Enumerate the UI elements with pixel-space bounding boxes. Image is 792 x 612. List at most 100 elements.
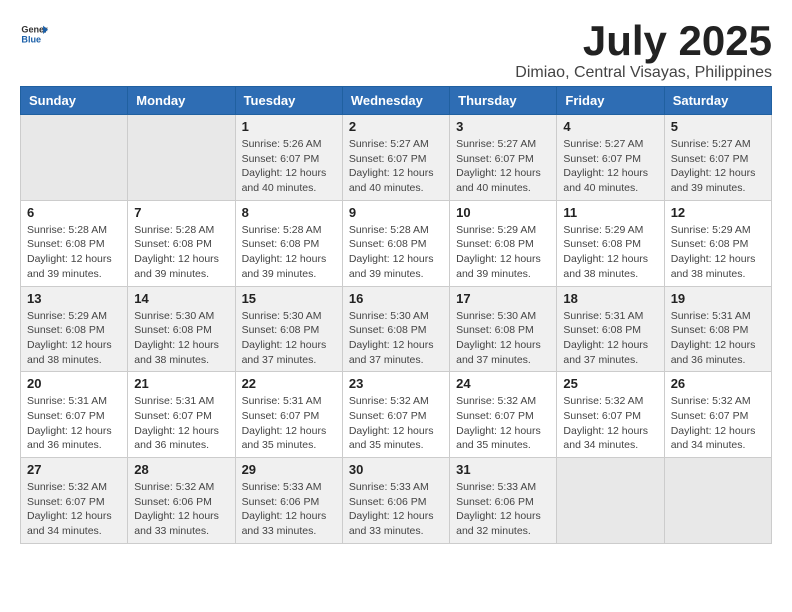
day-number: 9 [349, 205, 443, 220]
day-number: 26 [671, 376, 765, 391]
day-number: 27 [27, 462, 121, 477]
day-number: 3 [456, 119, 550, 134]
day-number: 28 [134, 462, 228, 477]
calendar-table: SundayMondayTuesdayWednesdayThursdayFrid… [20, 86, 772, 544]
month-title: July 2025 [515, 20, 772, 62]
day-info: Sunrise: 5:32 AM Sunset: 6:06 PM Dayligh… [134, 480, 228, 539]
day-info: Sunrise: 5:31 AM Sunset: 6:07 PM Dayligh… [134, 394, 228, 453]
calendar-cell [664, 458, 771, 544]
day-number: 25 [563, 376, 657, 391]
day-info: Sunrise: 5:32 AM Sunset: 6:07 PM Dayligh… [456, 394, 550, 453]
day-info: Sunrise: 5:27 AM Sunset: 6:07 PM Dayligh… [671, 137, 765, 196]
day-info: Sunrise: 5:29 AM Sunset: 6:08 PM Dayligh… [456, 223, 550, 282]
logo: General Blue [20, 20, 48, 48]
day-info: Sunrise: 5:31 AM Sunset: 6:07 PM Dayligh… [242, 394, 336, 453]
logo-icon: General Blue [20, 20, 48, 48]
calendar-week-row: 27 Sunrise: 5:32 AM Sunset: 6:07 PM Dayli… [21, 458, 772, 544]
day-info: Sunrise: 5:31 AM Sunset: 6:08 PM Dayligh… [671, 309, 765, 368]
calendar-cell: 4 Sunrise: 5:27 AM Sunset: 6:07 PM Daylig… [557, 115, 664, 201]
day-header-sunday: Sunday [21, 87, 128, 115]
calendar-cell: 20 Sunrise: 5:31 AM Sunset: 6:07 PM Dayli… [21, 372, 128, 458]
day-number: 18 [563, 291, 657, 306]
calendar-cell: 11 Sunrise: 5:29 AM Sunset: 6:08 PM Dayli… [557, 200, 664, 286]
day-number: 1 [242, 119, 336, 134]
day-number: 10 [456, 205, 550, 220]
calendar-cell: 30 Sunrise: 5:33 AM Sunset: 6:06 PM Dayli… [342, 458, 449, 544]
calendar-cell: 16 Sunrise: 5:30 AM Sunset: 6:08 PM Dayli… [342, 286, 449, 372]
calendar-cell: 15 Sunrise: 5:30 AM Sunset: 6:08 PM Dayli… [235, 286, 342, 372]
day-number: 12 [671, 205, 765, 220]
calendar-cell: 28 Sunrise: 5:32 AM Sunset: 6:06 PM Dayli… [128, 458, 235, 544]
day-number: 16 [349, 291, 443, 306]
calendar-cell: 26 Sunrise: 5:32 AM Sunset: 6:07 PM Dayli… [664, 372, 771, 458]
day-header-friday: Friday [557, 87, 664, 115]
calendar-cell: 6 Sunrise: 5:28 AM Sunset: 6:08 PM Daylig… [21, 200, 128, 286]
day-number: 13 [27, 291, 121, 306]
day-info: Sunrise: 5:28 AM Sunset: 6:08 PM Dayligh… [27, 223, 121, 282]
calendar-cell: 18 Sunrise: 5:31 AM Sunset: 6:08 PM Dayli… [557, 286, 664, 372]
day-header-thursday: Thursday [450, 87, 557, 115]
calendar-cell: 23Sunrise: 5:32 AM Sunset: 6:07 PM Dayli… [342, 372, 449, 458]
calendar-cell: 12 Sunrise: 5:29 AM Sunset: 6:08 PM Dayli… [664, 200, 771, 286]
calendar-cell: 21 Sunrise: 5:31 AM Sunset: 6:07 PM Dayli… [128, 372, 235, 458]
day-info: Sunrise: 5:28 AM Sunset: 6:08 PM Dayligh… [349, 223, 443, 282]
day-info: Sunrise: 5:26 AM Sunset: 6:07 PM Dayligh… [242, 137, 336, 196]
day-info: Sunrise: 5:32 AM Sunset: 6:07 PM Dayligh… [671, 394, 765, 453]
calendar-cell: 8Sunrise: 5:28 AM Sunset: 6:08 PM Daylig… [235, 200, 342, 286]
day-number: 5 [671, 119, 765, 134]
calendar-cell: 2Sunrise: 5:27 AM Sunset: 6:07 PM Daylig… [342, 115, 449, 201]
day-number: 11 [563, 205, 657, 220]
day-info: Sunrise: 5:30 AM Sunset: 6:08 PM Dayligh… [134, 309, 228, 368]
day-number: 22 [242, 376, 336, 391]
day-header-saturday: Saturday [664, 87, 771, 115]
calendar-cell: 29 Sunrise: 5:33 AM Sunset: 6:06 PM Dayli… [235, 458, 342, 544]
day-info: Sunrise: 5:27 AM Sunset: 6:07 PM Dayligh… [563, 137, 657, 196]
calendar-cell: 22 Sunrise: 5:31 AM Sunset: 6:07 PM Dayli… [235, 372, 342, 458]
day-info: Sunrise: 5:32 AM Sunset: 6:07 PM Dayligh… [27, 480, 121, 539]
calendar-cell: 13 Sunrise: 5:29 AM Sunset: 6:08 PM Dayli… [21, 286, 128, 372]
day-number: 29 [242, 462, 336, 477]
day-info: Sunrise: 5:33 AM Sunset: 6:06 PM Dayligh… [242, 480, 336, 539]
day-header-monday: Monday [128, 87, 235, 115]
day-info: Sunrise: 5:29 AM Sunset: 6:08 PM Dayligh… [27, 309, 121, 368]
day-info: Sunrise: 5:29 AM Sunset: 6:08 PM Dayligh… [671, 223, 765, 282]
day-info: Sunrise: 5:30 AM Sunset: 6:08 PM Dayligh… [242, 309, 336, 368]
calendar-cell: 1 Sunrise: 5:26 AM Sunset: 6:07 PM Daylig… [235, 115, 342, 201]
day-number: 15 [242, 291, 336, 306]
day-info: Sunrise: 5:32 AM Sunset: 6:07 PM Dayligh… [563, 394, 657, 453]
calendar-header-row: SundayMondayTuesdayWednesdayThursdayFrid… [21, 87, 772, 115]
day-number: 4 [563, 119, 657, 134]
calendar-cell: 9 Sunrise: 5:28 AM Sunset: 6:08 PM Daylig… [342, 200, 449, 286]
day-header-wednesday: Wednesday [342, 87, 449, 115]
day-number: 30 [349, 462, 443, 477]
calendar-cell: 24Sunrise: 5:32 AM Sunset: 6:07 PM Dayli… [450, 372, 557, 458]
calendar-cell: 10 Sunrise: 5:29 AM Sunset: 6:08 PM Dayli… [450, 200, 557, 286]
day-number: 21 [134, 376, 228, 391]
calendar-cell: 7 Sunrise: 5:28 AM Sunset: 6:08 PM Daylig… [128, 200, 235, 286]
calendar-week-row: 6 Sunrise: 5:28 AM Sunset: 6:08 PM Daylig… [21, 200, 772, 286]
day-number: 20 [27, 376, 121, 391]
location-subtitle: Dimiao, Central Visayas, Philippines [515, 64, 772, 82]
day-info: Sunrise: 5:27 AM Sunset: 6:07 PM Dayligh… [456, 137, 550, 196]
calendar-cell [128, 115, 235, 201]
calendar-cell: 3 Sunrise: 5:27 AM Sunset: 6:07 PM Daylig… [450, 115, 557, 201]
day-info: Sunrise: 5:30 AM Sunset: 6:08 PM Dayligh… [456, 309, 550, 368]
calendar-week-row: 20 Sunrise: 5:31 AM Sunset: 6:07 PM Dayli… [21, 372, 772, 458]
day-number: 6 [27, 205, 121, 220]
day-info: Sunrise: 5:29 AM Sunset: 6:08 PM Dayligh… [563, 223, 657, 282]
day-number: 31 [456, 462, 550, 477]
day-number: 7 [134, 205, 228, 220]
calendar-cell: 19Sunrise: 5:31 AM Sunset: 6:08 PM Dayli… [664, 286, 771, 372]
day-info: Sunrise: 5:31 AM Sunset: 6:08 PM Dayligh… [563, 309, 657, 368]
calendar-cell: 25 Sunrise: 5:32 AM Sunset: 6:07 PM Dayli… [557, 372, 664, 458]
day-number: 8 [242, 205, 336, 220]
day-info: Sunrise: 5:33 AM Sunset: 6:06 PM Dayligh… [456, 480, 550, 539]
day-info: Sunrise: 5:28 AM Sunset: 6:08 PM Dayligh… [134, 223, 228, 282]
day-number: 17 [456, 291, 550, 306]
day-info: Sunrise: 5:30 AM Sunset: 6:08 PM Dayligh… [349, 309, 443, 368]
calendar-cell: 31 Sunrise: 5:33 AM Sunset: 6:06 PM Dayli… [450, 458, 557, 544]
day-number: 2 [349, 119, 443, 134]
day-info: Sunrise: 5:31 AM Sunset: 6:07 PM Dayligh… [27, 394, 121, 453]
calendar-week-row: 13 Sunrise: 5:29 AM Sunset: 6:08 PM Dayli… [21, 286, 772, 372]
day-info: Sunrise: 5:33 AM Sunset: 6:06 PM Dayligh… [349, 480, 443, 539]
